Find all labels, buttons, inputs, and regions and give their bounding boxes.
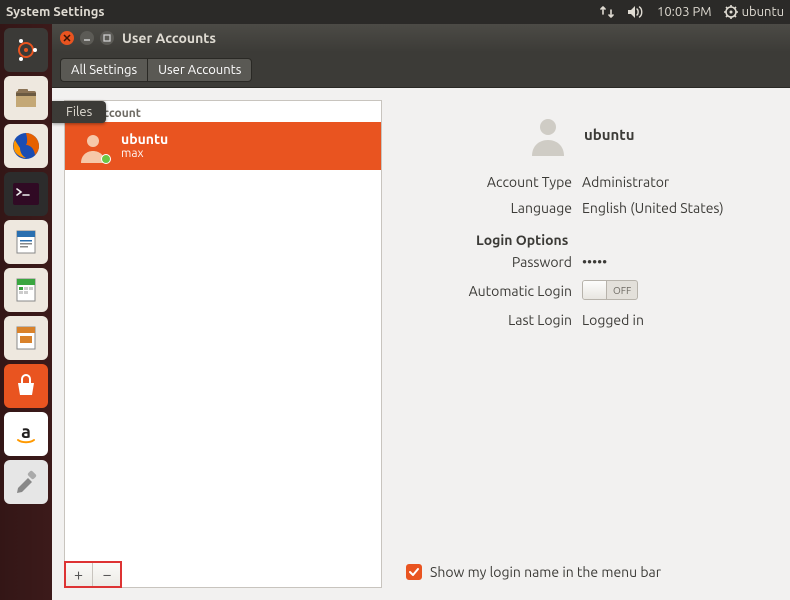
toggle-state-label: OFF (607, 285, 637, 296)
value-password[interactable]: ••••• (582, 254, 607, 270)
maximize-icon (103, 34, 111, 42)
launcher-amazon[interactable]: a (4, 412, 48, 456)
launcher-writer[interactable] (4, 220, 48, 264)
accounts-section-label: My Account (65, 101, 381, 122)
account-header: ubuntu (526, 112, 766, 156)
breadcrumb-current[interactable]: User Accounts (147, 58, 252, 82)
breadcrumb-all-settings[interactable]: All Settings (60, 58, 147, 82)
window-maximize-button[interactable] (100, 31, 114, 45)
launcher-impress[interactable] (4, 316, 48, 360)
status-online-icon (101, 154, 111, 164)
add-account-button[interactable]: + (65, 563, 93, 587)
accounts-list-panel: My Account ubuntu max + − (64, 100, 382, 588)
launcher-software[interactable] (4, 364, 48, 408)
launcher-settings[interactable] (4, 460, 48, 504)
settings-window: User Accounts All Settings User Accounts… (52, 24, 790, 600)
label-account-type: Account Type (406, 174, 582, 190)
launcher-dash[interactable] (4, 28, 48, 72)
show-login-name-label: Show my login name in the menu bar (430, 564, 661, 580)
tooltip-label: Files (66, 105, 92, 119)
launcher-terminal[interactable] (4, 172, 48, 216)
account-real-name: max (121, 147, 168, 161)
automatic-login-toggle[interactable]: OFF (582, 280, 638, 300)
check-icon (408, 566, 420, 578)
gear-icon (724, 5, 738, 19)
network-icon[interactable] (599, 5, 615, 19)
clock[interactable]: 10:03 PM (657, 5, 712, 19)
value-language[interactable]: English (United States) (582, 200, 724, 216)
remove-account-button[interactable]: − (93, 563, 121, 587)
account-avatar (75, 128, 111, 164)
toggle-knob (583, 281, 607, 299)
close-icon (63, 34, 71, 42)
minimize-icon (83, 34, 91, 42)
launcher-tooltip: Files (52, 101, 106, 123)
launcher-files[interactable] (4, 76, 48, 120)
window-titlebar: User Accounts (52, 24, 790, 52)
svg-text:a: a (21, 422, 31, 442)
value-account-type[interactable]: Administrator (582, 174, 669, 190)
launcher-calc[interactable] (4, 268, 48, 312)
label-language: Language (406, 200, 582, 216)
window-minimize-button[interactable] (80, 31, 94, 45)
show-login-name-row[interactable]: Show my login name in the menu bar (406, 564, 766, 588)
account-username[interactable]: ubuntu (584, 126, 635, 143)
login-options-heading: Login Options (476, 232, 766, 248)
session-user-label: ubuntu (742, 5, 784, 19)
account-row-selected[interactable]: ubuntu max (65, 122, 381, 170)
account-display-name: ubuntu (121, 131, 168, 147)
session-menu[interactable]: ubuntu (724, 5, 784, 19)
content-area: My Account ubuntu max + − (52, 88, 790, 600)
show-login-name-checkbox[interactable] (406, 564, 422, 580)
window-close-button[interactable] (60, 31, 74, 45)
value-last-login: Logged in (582, 312, 644, 328)
launcher-firefox[interactable] (4, 124, 48, 168)
add-remove-toolbar: + − (65, 562, 121, 587)
account-details-panel: ubuntu Account Type Administrator Langua… (382, 88, 790, 600)
label-last-login: Last Login (406, 312, 582, 328)
label-automatic-login: Automatic Login (406, 283, 582, 299)
menubar-app-title: System Settings (6, 5, 105, 19)
breadcrumb-toolbar: All Settings User Accounts (52, 52, 790, 88)
user-icon (526, 112, 570, 156)
top-menubar: System Settings 10:03 PM ubuntu (0, 0, 790, 24)
account-large-avatar[interactable] (526, 112, 570, 156)
window-title: User Accounts (122, 30, 216, 46)
sound-icon[interactable] (627, 5, 645, 19)
label-password: Password (406, 254, 582, 270)
system-tray: 10:03 PM ubuntu (599, 5, 784, 19)
